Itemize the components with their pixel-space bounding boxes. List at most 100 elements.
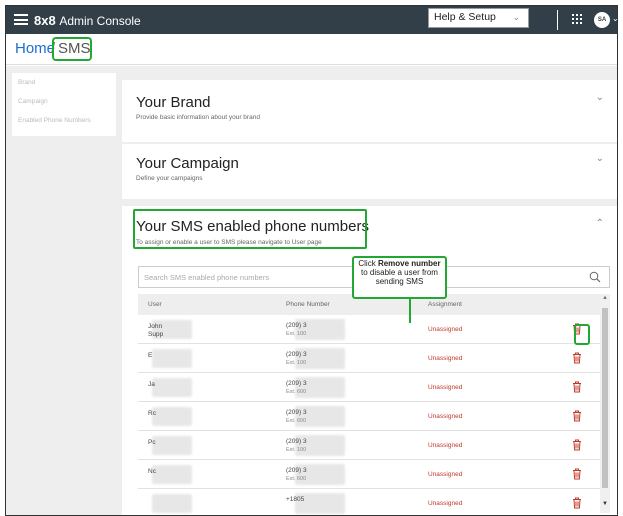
trash-icon[interactable] bbox=[572, 439, 582, 453]
phone-number: (209) 3 Ext. 600 bbox=[286, 409, 307, 425]
brand-card-subtitle: Provide basic information about your bra… bbox=[136, 114, 260, 121]
hamburger-icon[interactable] bbox=[14, 14, 28, 25]
campaign-card-title: Your Campaign bbox=[136, 155, 239, 172]
callout-prefix: Click bbox=[358, 259, 376, 268]
brand-logo-text: 8x8 bbox=[34, 13, 56, 28]
phone-number: (209) 3 Ext. 600 bbox=[286, 467, 307, 483]
table-scrollbar[interactable]: ▲ ▼ bbox=[600, 294, 610, 513]
trash-icon[interactable] bbox=[572, 410, 582, 424]
assignment-status: Unassigned bbox=[428, 471, 463, 478]
remove-number-callout: Click Remove number to disable a user fr… bbox=[352, 256, 447, 299]
numbers-table: User Phone Number Assignment John Supp (20… bbox=[138, 294, 601, 515]
campaign-card-subtitle: Define your campaigns bbox=[136, 175, 203, 182]
user-name-line1: Nc bbox=[148, 468, 156, 475]
phone-number: (209) 3 Ext. 100 bbox=[286, 322, 307, 338]
brand-name: Admin Console bbox=[59, 14, 141, 28]
user-name[interactable]: Rc bbox=[148, 410, 156, 418]
table-row: John Supp (209) 3 Ext. 100 Unassigned bbox=[138, 315, 601, 344]
table-row: Pc (209) 3 Ext. 100 Unassigned bbox=[138, 431, 601, 460]
table-row: Ja (209) 3 Ext. 600 Unassigned bbox=[138, 373, 601, 402]
trash-icon[interactable] bbox=[572, 468, 582, 482]
redacted-user bbox=[152, 378, 192, 397]
column-header-user[interactable]: User bbox=[148, 301, 162, 308]
scroll-up-icon[interactable]: ▲ bbox=[602, 295, 608, 301]
user-name[interactable]: John Supp bbox=[148, 323, 163, 339]
user-name-line1: Ja bbox=[148, 381, 155, 388]
assignment-status: Unassigned bbox=[428, 442, 463, 449]
side-nav: Brand Campaign Enabled Phone Numbers bbox=[12, 73, 116, 136]
chevron-down-icon[interactable]: ⌄ bbox=[612, 14, 617, 23]
user-name[interactable]: Ja bbox=[148, 381, 155, 389]
callout-rest: to disable a user from sending SMS bbox=[361, 268, 438, 286]
assignment-status: Unassigned bbox=[428, 413, 463, 420]
assignment-status: Unassigned bbox=[428, 326, 463, 333]
table-row: Rc (209) 3 Ext. 600 Unassigned bbox=[138, 402, 601, 431]
trash-icon[interactable] bbox=[572, 381, 582, 395]
user-name-line1: Rc bbox=[148, 410, 156, 417]
redacted-user bbox=[152, 465, 192, 484]
phone-extension: Ext. 100 bbox=[286, 360, 307, 366]
scroll-down-icon[interactable]: ▼ bbox=[602, 501, 608, 507]
phone-number: (209) 3 Ext. 100 bbox=[286, 351, 307, 367]
phone-extension: Ext. 100 bbox=[286, 331, 307, 337]
phone-extension: Ext. 600 bbox=[286, 418, 307, 424]
user-name[interactable]: Pc bbox=[148, 439, 156, 447]
help-setup-label: Help & Setup bbox=[434, 11, 496, 23]
user-name[interactable]: E bbox=[148, 352, 152, 360]
title-highlight-box bbox=[133, 209, 367, 249]
chevron-up-icon[interactable]: ⌃ bbox=[596, 218, 604, 229]
assignment-status: Unassigned bbox=[428, 355, 463, 362]
column-header-assignment[interactable]: Assignment bbox=[428, 301, 462, 308]
phone-extension: Ext. 600 bbox=[286, 476, 307, 482]
assignment-status: Unassigned bbox=[428, 500, 463, 507]
breadcrumb-home-link[interactable]: Home bbox=[15, 40, 55, 57]
sidenav-item-enabled-numbers[interactable]: Enabled Phone Numbers bbox=[12, 115, 116, 127]
user-name-line2: Supp bbox=[148, 331, 164, 338]
user-name-line1: John bbox=[148, 323, 163, 330]
campaign-card[interactable]: Your Campaign Define your campaigns ⌄ bbox=[122, 144, 617, 199]
phone-extension: Ext. 600 bbox=[286, 389, 307, 395]
avatar[interactable]: SA bbox=[594, 12, 610, 28]
chevron-down-icon[interactable]: ⌄ bbox=[596, 92, 604, 103]
grid-icon[interactable] bbox=[572, 14, 583, 25]
chevron-down-icon: ⌄ bbox=[512, 12, 520, 22]
trash-icon[interactable] bbox=[572, 497, 582, 511]
app-window: 8x8 Admin Console Help & Setup ⌄ SA ⌄ Ho… bbox=[5, 5, 618, 516]
sidenav-item-brand[interactable]: Brand bbox=[12, 77, 116, 89]
phone-number-value: (209) 3 bbox=[286, 467, 307, 474]
table-row: +1805 Unassigned bbox=[138, 489, 601, 515]
phone-number: (209) 3 Ext. 100 bbox=[286, 438, 307, 454]
redacted-user bbox=[152, 349, 192, 368]
phone-extension: Ext. 100 bbox=[286, 447, 307, 453]
brand-card[interactable]: Your Brand Provide basic information abo… bbox=[122, 80, 617, 142]
top-bar: 8x8 Admin Console Help & Setup ⌄ SA ⌄ bbox=[6, 6, 617, 34]
trash-icon[interactable] bbox=[572, 352, 582, 366]
phone-number: (209) 3 Ext. 600 bbox=[286, 380, 307, 396]
callout-bold: Remove number bbox=[377, 259, 441, 268]
user-name-line1: E bbox=[148, 352, 153, 359]
table-row: E (209) 3 Ext. 100 Unassigned bbox=[138, 344, 601, 373]
search-placeholder: Search SMS enabled phone numbers bbox=[144, 273, 270, 282]
phone-number: +1805 bbox=[286, 496, 304, 504]
user-name-line1: Pc bbox=[148, 439, 156, 446]
column-header-phone[interactable]: Phone Number bbox=[286, 301, 330, 308]
phone-number-value: (209) 3 bbox=[286, 409, 307, 416]
breadcrumb-current: SMS bbox=[52, 37, 92, 61]
user-name[interactable]: Nc bbox=[148, 468, 156, 476]
help-setup-dropdown[interactable]: Help & Setup ⌄ bbox=[428, 8, 529, 28]
redacted-user bbox=[152, 436, 192, 455]
trash-highlight-box bbox=[574, 324, 590, 345]
sidenav-item-campaign[interactable]: Campaign bbox=[12, 96, 116, 108]
table-body: John Supp (209) 3 Ext. 100 Unassigned E (209) … bbox=[138, 315, 601, 515]
phone-number-value: (209) 3 bbox=[286, 322, 307, 329]
assignment-status: Unassigned bbox=[428, 384, 463, 391]
topbar-divider bbox=[557, 10, 558, 30]
search-icon[interactable] bbox=[589, 271, 601, 283]
phone-number-value: (209) 3 bbox=[286, 351, 307, 358]
redacted-user bbox=[152, 407, 192, 426]
chevron-down-icon[interactable]: ⌄ bbox=[596, 153, 604, 164]
breadcrumb: Home / SMS bbox=[6, 34, 617, 65]
scrollbar-thumb[interactable] bbox=[602, 308, 608, 488]
brand-card-title: Your Brand bbox=[136, 94, 211, 111]
phone-number-value: (209) 3 bbox=[286, 380, 307, 387]
